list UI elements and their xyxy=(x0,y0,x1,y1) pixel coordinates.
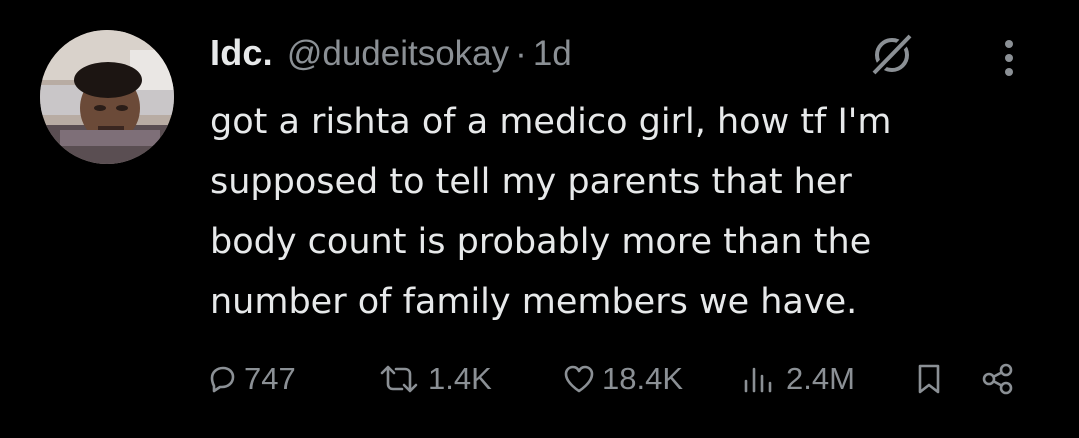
reply-button[interactable]: 747 xyxy=(206,356,296,402)
tweet-card[interactable]: Idc. @dudeitsokay · 1d got a rishta of a… xyxy=(0,0,1079,438)
more-vertical-icon[interactable] xyxy=(994,36,1024,80)
share-icon xyxy=(982,363,1013,395)
view-count: 2.4M xyxy=(786,361,855,396)
repost-count: 1.4K xyxy=(428,361,492,396)
avatar-image xyxy=(40,30,174,164)
tweet-text: got a rishta of a medico girl, how tf I'… xyxy=(210,102,892,322)
user-handle[interactable]: @dudeitsokay xyxy=(287,34,509,74)
analytics-icon xyxy=(744,367,772,393)
repost-icon xyxy=(380,365,418,393)
separator-dot: · xyxy=(515,34,527,73)
share-button[interactable] xyxy=(980,356,1022,402)
reply-icon xyxy=(210,366,235,393)
tweet-header: Idc. @dudeitsokay · 1d xyxy=(210,32,572,82)
avatar[interactable] xyxy=(40,30,174,164)
bookmark-button[interactable] xyxy=(912,356,952,402)
timestamp[interactable]: 1d xyxy=(533,34,572,74)
action-bar: 747 1.4K 18.4K 2.4M xyxy=(206,356,1036,402)
like-count: 18.4K xyxy=(602,361,684,396)
repost-button[interactable]: 1.4K xyxy=(376,356,492,402)
views-button[interactable]: 2.4M xyxy=(740,356,855,402)
bookmark-icon xyxy=(918,364,940,394)
heart-icon xyxy=(564,365,594,393)
reply-count: 747 xyxy=(244,361,296,396)
grok-slash-icon[interactable] xyxy=(866,28,918,80)
like-button[interactable]: 18.4K xyxy=(562,356,683,402)
display-name[interactable]: Idc. xyxy=(210,32,273,74)
